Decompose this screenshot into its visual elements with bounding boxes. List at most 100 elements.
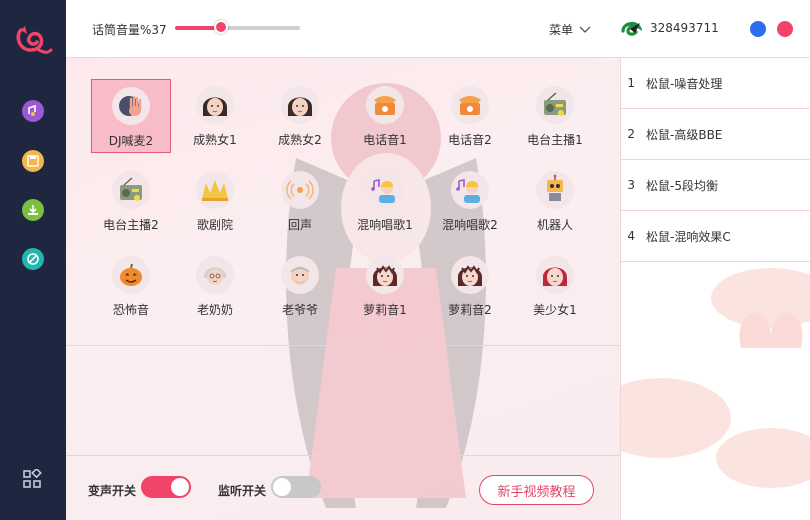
- toggle-knob: [273, 478, 291, 496]
- plugin-item[interactable]: 4 松鼠-混响效果C: [621, 211, 810, 262]
- disk-icon: [27, 155, 39, 167]
- beauty-girl-icon: [536, 256, 574, 294]
- plugin-number: 3: [627, 178, 635, 192]
- effect-label: DJ喊麦2: [108, 134, 154, 148]
- effect-label: 萝莉音1: [363, 303, 407, 317]
- effect-avatar: [111, 86, 151, 126]
- effect-avatar: [365, 255, 405, 295]
- effect-item[interactable]: 电台主播1: [515, 79, 595, 153]
- dj-hand-icon: [112, 87, 150, 125]
- sidebar-item-save[interactable]: [22, 150, 44, 172]
- toggle-knob: [171, 478, 189, 496]
- effect-item[interactable]: 萝莉音1: [345, 249, 425, 323]
- app-logo: [16, 26, 53, 54]
- effect-item[interactable]: 老奶奶: [175, 249, 255, 323]
- effect-label: 老爷爷: [281, 303, 318, 317]
- effect-item[interactable]: 机器人: [515, 164, 595, 238]
- effect-label: 混响唱歌2: [442, 218, 498, 232]
- girl-avatar-icon: [366, 256, 404, 294]
- plugin-item[interactable]: 1 松鼠-噪音处理: [621, 58, 810, 109]
- effect-avatar: [535, 255, 575, 295]
- effect-label: 成熟女1: [193, 133, 237, 147]
- grid-icon[interactable]: [22, 469, 42, 489]
- radio-icon: [112, 171, 150, 209]
- effect-avatar: [195, 170, 235, 210]
- effect-avatar: [111, 170, 151, 210]
- tutorial-video-button[interactable]: 新手视频教程: [479, 475, 594, 505]
- menu-dropdown[interactable]: 菜单: [549, 21, 591, 38]
- effect-item[interactable]: 美少女1: [515, 249, 595, 323]
- effect-item[interactable]: 歌剧院: [175, 164, 255, 238]
- close-button[interactable]: [777, 21, 793, 37]
- plugin-name: 松鼠-5段均衡: [646, 178, 718, 193]
- voice-change-toggle[interactable]: [141, 476, 191, 498]
- effects-grid: DJ喊麦2 成熟女1 成熟女2 电话音1 电话音2 电台主播1 电台主播2 歌剧院 回声 混响唱歌…: [66, 58, 620, 346]
- monitor-label: 监听开关: [218, 484, 267, 498]
- plugin-number: 2: [627, 127, 635, 141]
- effect-avatar: [195, 255, 235, 295]
- plugin-list-panel: 1 松鼠-噪音处理 2 松鼠-高级BBE 3 松鼠-5段均衡 4 松鼠-混响效果C: [621, 58, 810, 520]
- effect-avatar: [450, 85, 490, 125]
- effect-label: 回声: [287, 218, 312, 232]
- robot-icon: [536, 171, 574, 209]
- effect-item[interactable]: 回声: [260, 164, 340, 238]
- effect-label: 老奶奶: [196, 303, 233, 317]
- mic-volume-slider[interactable]: [175, 20, 300, 34]
- woman-avatar-icon: [281, 86, 319, 124]
- effect-label: 电话音2: [448, 133, 492, 147]
- effect-label: 成熟女2: [278, 133, 322, 147]
- opera-house-icon: [196, 171, 234, 209]
- effect-item[interactable]: 成熟女2: [260, 79, 340, 153]
- plugin-name: 松鼠-噪音处理: [646, 76, 723, 91]
- telephone-icon: [451, 86, 489, 124]
- singer-icon: [451, 171, 489, 209]
- sidebar-item-effects[interactable]: [22, 100, 44, 122]
- monitor-toggle[interactable]: [271, 476, 321, 498]
- effect-avatar: [111, 255, 151, 295]
- qq-number: 328493711: [650, 21, 719, 35]
- plugin-item[interactable]: 2 松鼠-高级BBE: [621, 109, 810, 160]
- lotus-decoration: [621, 268, 810, 488]
- slider-thumb[interactable]: [214, 20, 229, 34]
- effect-label: 电话音1: [363, 133, 407, 147]
- effect-item[interactable]: 电台主播2: [91, 164, 171, 238]
- plugin-name: 松鼠-高级BBE: [646, 127, 723, 142]
- plugin-item[interactable]: 3 松鼠-5段均衡: [621, 160, 810, 211]
- echo-icon: [281, 171, 319, 209]
- plugin-number: 4: [627, 229, 635, 243]
- download-icon: [28, 205, 38, 215]
- effect-avatar: [280, 170, 320, 210]
- effect-label: 混响唱歌1: [357, 218, 413, 232]
- menu-label: 菜单: [549, 23, 574, 37]
- effect-item[interactable]: 混响唱歌2: [430, 164, 510, 238]
- effect-avatar: [365, 85, 405, 125]
- effect-avatar: [450, 255, 490, 295]
- effect-label: 歌剧院: [196, 218, 233, 232]
- voice-change-label: 变声开关: [88, 484, 137, 498]
- effect-item[interactable]: 老爷爷: [260, 249, 340, 323]
- effect-avatar: [535, 170, 575, 210]
- effect-label: 萝莉音2: [448, 303, 492, 317]
- effect-item[interactable]: 混响唱歌1: [345, 164, 425, 238]
- effect-item[interactable]: 电话音2: [430, 79, 510, 153]
- effects-panel: DJ喊麦2 成熟女1 成熟女2 电话音1 电话音2 电台主播1 电台主播2 歌剧院 回声 混响唱歌…: [66, 58, 621, 520]
- girl-avatar-icon: [451, 256, 489, 294]
- effect-item[interactable]: 电话音1: [345, 79, 425, 153]
- effect-avatar: [280, 85, 320, 125]
- effect-item[interactable]: DJ喊麦2: [91, 79, 171, 153]
- effect-label: 机器人: [536, 218, 573, 232]
- effect-item[interactable]: 成熟女1: [175, 79, 255, 153]
- sidebar-item-tools[interactable]: [22, 248, 44, 270]
- minimize-button[interactable]: [750, 21, 766, 37]
- effect-label: 电台主播1: [527, 133, 583, 147]
- top-bar: 话筒音量%37 菜单 328493711: [66, 0, 810, 58]
- qq-icon: [621, 21, 642, 36]
- mic-volume-label: 话筒音量%37: [92, 23, 167, 37]
- effect-item[interactable]: 恐怖音: [91, 249, 171, 323]
- voice-icon: [28, 104, 36, 116]
- radio-icon: [536, 86, 574, 124]
- sidebar-item-download[interactable]: [22, 199, 44, 221]
- effect-label: 美少女1: [533, 303, 577, 317]
- effect-label: 电台主播2: [103, 218, 159, 232]
- effect-item[interactable]: 萝莉音2: [430, 249, 510, 323]
